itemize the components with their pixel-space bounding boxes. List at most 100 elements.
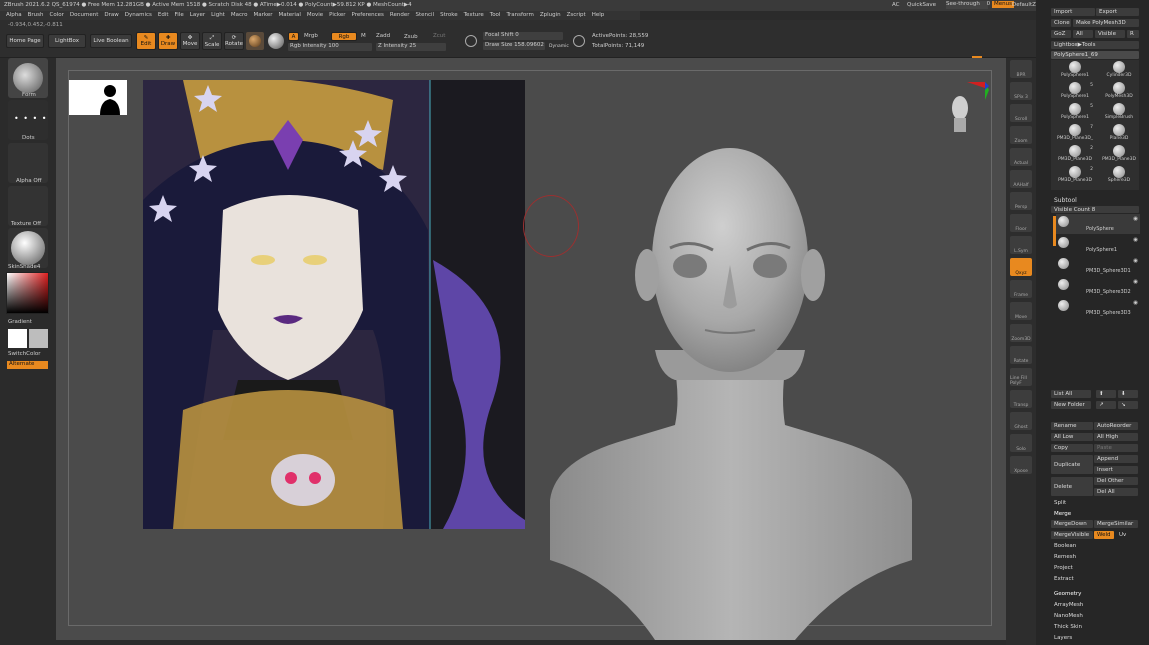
subtool-row[interactable]: ◉ PolySphere xyxy=(1056,214,1140,234)
navigation-thumbnail[interactable] xyxy=(69,80,127,115)
rgb-toggle[interactable]: Rgb xyxy=(331,32,357,41)
shelf-button[interactable]: SPix 3 xyxy=(1010,82,1032,100)
eye-icon[interactable]: ◉ xyxy=(1133,300,1138,307)
merge-down-button[interactable]: MergeDown xyxy=(1051,520,1093,528)
seethrough-slider[interactable]: See-through 0 xyxy=(946,1,990,9)
append-button[interactable]: Append xyxy=(1094,455,1138,463)
eye-icon[interactable]: ◉ xyxy=(1133,237,1138,244)
menu-item[interactable]: Help xyxy=(592,12,605,18)
tool-thumbnail[interactable]: PolySphere1 5 xyxy=(1055,82,1095,102)
tool-thumbnail[interactable]: PM3D_Plane3D_ 7 xyxy=(1055,124,1095,144)
draw-size-slider[interactable]: Draw Size 158.09602 xyxy=(483,42,545,50)
clone-button[interactable]: Clone xyxy=(1051,19,1071,27)
tool-thumbnail[interactable]: PolySphere1 5 xyxy=(1055,103,1095,123)
insert-button[interactable]: Insert xyxy=(1094,466,1138,474)
subtool-row[interactable]: ◉ PM3D_Sphere3D1 xyxy=(1056,256,1140,276)
move-up-button[interactable]: ⬆ xyxy=(1096,390,1116,398)
duplicate-button[interactable]: Duplicate xyxy=(1051,455,1093,474)
lightbox-button[interactable]: LightBox xyxy=(48,34,86,48)
switch-color-button[interactable]: SwitchColor xyxy=(8,351,41,358)
m-toggle[interactable]: M xyxy=(361,33,366,40)
tool-thumbnail[interactable]: PM3D_Plane3D 2 xyxy=(1055,145,1095,165)
subtool-row[interactable]: ◉ PM3D_Sphere3D2 xyxy=(1056,277,1140,297)
orientation-gizmo[interactable] xyxy=(945,80,990,135)
shelf-button[interactable]: Rotate xyxy=(1010,346,1032,364)
menu-item[interactable]: Brush xyxy=(28,12,44,18)
merge-visible-button[interactable]: MergeVisible xyxy=(1051,531,1093,539)
remesh-button[interactable]: Remesh xyxy=(1051,553,1139,561)
weld-button[interactable]: Weld xyxy=(1094,531,1114,539)
quicksave-button[interactable]: QuickSave xyxy=(907,2,936,9)
mrgb-toggle[interactable]: Mrgb xyxy=(304,33,318,40)
shelf-button[interactable]: Zoom3D xyxy=(1010,324,1032,342)
export-button[interactable]: Export xyxy=(1096,8,1139,16)
z-intensity-slider[interactable]: Z Intensity 25 xyxy=(376,43,446,51)
lightbox-tools-button[interactable]: Lightbox▶Tools xyxy=(1051,41,1139,49)
eye-icon[interactable]: ◉ xyxy=(1133,258,1138,265)
scale-button[interactable]: ⤢ Scale xyxy=(202,32,222,50)
make-polymesh-button[interactable]: Make PolyMesh3D xyxy=(1073,19,1139,27)
menu-item[interactable]: Alpha xyxy=(6,12,22,18)
all-high-button[interactable]: All High xyxy=(1094,433,1138,441)
tool-thumbnail[interactable]: PM3D_Plane3D 2 xyxy=(1055,166,1095,186)
menu-item[interactable]: Material xyxy=(279,12,301,18)
auto-reorder-button[interactable]: AutoReorder xyxy=(1094,422,1138,430)
shelf-button[interactable]: Move xyxy=(1010,302,1032,320)
menu-item[interactable]: Marker xyxy=(254,12,273,18)
color-picker[interactable] xyxy=(6,272,49,314)
tool-thumbnail[interactable]: Plane3D xyxy=(1099,124,1139,144)
shelf-button[interactable]: Solo xyxy=(1010,434,1032,452)
r-button[interactable]: R xyxy=(1127,30,1139,38)
tool-thumbnail[interactable]: PM3D_Plane3D xyxy=(1099,145,1139,165)
focal-shift-slider[interactable]: Focal Shift 0 xyxy=(483,32,563,40)
rgb-intensity-slider[interactable]: Rgb Intensity 100 xyxy=(288,43,372,51)
arraymesh-button[interactable]: ArrayMesh xyxy=(1051,601,1139,609)
all-low-button[interactable]: All Low xyxy=(1051,433,1093,441)
menu-item[interactable]: Picker xyxy=(329,12,345,18)
stroke-button[interactable]: • • • • xyxy=(8,100,48,140)
paste-button[interactable]: Paste xyxy=(1094,444,1138,452)
zcut-toggle[interactable]: Zcut xyxy=(433,33,445,40)
rename-button[interactable]: Rename xyxy=(1051,422,1093,430)
shelf-button[interactable]: BPR xyxy=(1010,60,1032,78)
menu-item[interactable]: File xyxy=(175,12,184,18)
main-color-swatch[interactable] xyxy=(8,329,27,348)
subtool-row[interactable]: ◉ PolySphere1 xyxy=(1056,235,1140,255)
folder-up-button[interactable]: ↗ xyxy=(1096,401,1116,409)
menu-item[interactable]: Preferences xyxy=(352,12,384,18)
del-other-button[interactable]: Del Other xyxy=(1094,477,1138,485)
menu-item[interactable]: Stroke xyxy=(440,12,458,18)
edit-button[interactable]: ✎ Edit xyxy=(136,32,156,50)
menus-button[interactable]: Menus xyxy=(992,1,1014,8)
new-folder-button[interactable]: New Folder xyxy=(1051,401,1091,409)
shelf-button[interactable]: Frame xyxy=(1010,280,1032,298)
material-swatch[interactable] xyxy=(246,32,264,50)
shelf-button[interactable]: Scroll xyxy=(1010,104,1032,122)
home-page-button[interactable]: Home Page xyxy=(6,34,44,48)
shelf-button[interactable]: Ghost xyxy=(1010,412,1032,430)
tool-thumbnail[interactable]: Cylinder3D xyxy=(1099,61,1139,81)
shelf-button[interactable]: Line Fill PolyF xyxy=(1010,368,1032,386)
secondary-color-swatch[interactable] xyxy=(29,329,48,348)
dynamic-toggle[interactable]: Dynamic xyxy=(549,43,569,50)
import-button[interactable]: Import xyxy=(1051,8,1095,16)
alternate-button[interactable]: Alternate xyxy=(7,361,48,369)
thick-skin-button[interactable]: Thick Skin xyxy=(1051,623,1139,631)
layers-button[interactable]: Layers xyxy=(1051,634,1139,642)
shelf-button[interactable]: Transp xyxy=(1010,390,1032,408)
move-down-button[interactable]: ⬇ xyxy=(1118,390,1138,398)
brush-sphere-icon[interactable] xyxy=(268,33,284,49)
move-button[interactable]: ✥ Move xyxy=(180,32,200,50)
del-all-button[interactable]: Del All xyxy=(1094,488,1138,496)
eye-icon[interactable]: ◉ xyxy=(1133,216,1138,223)
copy-button[interactable]: Copy xyxy=(1051,444,1093,452)
shelf-button[interactable]: Actual xyxy=(1010,148,1032,166)
sculpt-bust-model[interactable] xyxy=(545,140,915,640)
texture-button[interactable] xyxy=(8,186,48,226)
nanomesh-button[interactable]: NanoMesh xyxy=(1051,612,1139,620)
menu-item[interactable]: Document xyxy=(70,12,99,18)
menu-item[interactable]: Color xyxy=(50,12,64,18)
menu-item[interactable]: Dynamics xyxy=(125,12,152,18)
rotate-button[interactable]: ⟳ Rotate xyxy=(224,32,244,50)
boolean-button[interactable]: Boolean xyxy=(1051,542,1139,550)
